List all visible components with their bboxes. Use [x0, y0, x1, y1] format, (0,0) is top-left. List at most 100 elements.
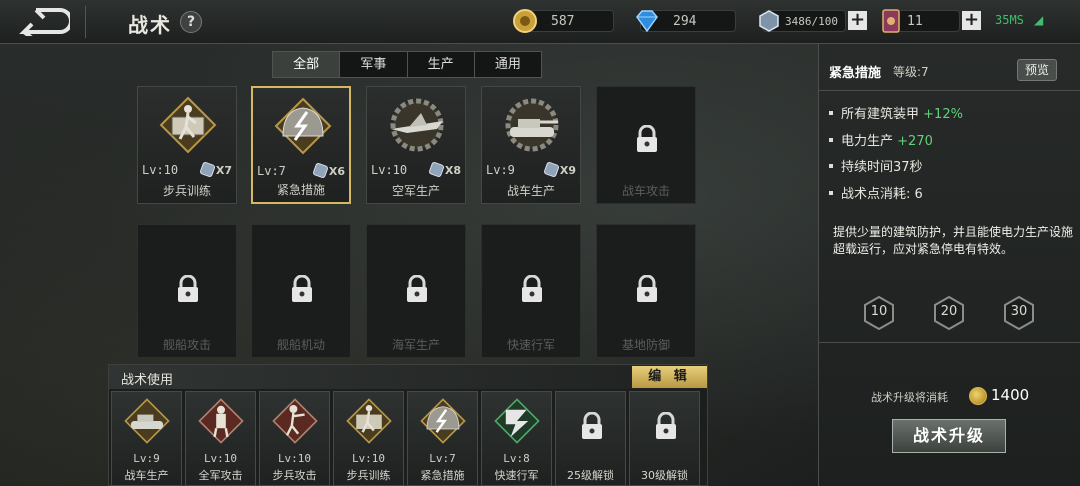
- back-button[interactable]: [14, 6, 86, 40]
- divider: [819, 90, 1080, 91]
- tactic-count-value: X7: [215, 164, 232, 177]
- usage-title: 战术使用: [121, 373, 174, 388]
- tactic-count: X6: [312, 162, 345, 179]
- tab-general[interactable]: 通用: [475, 52, 541, 77]
- slot-name: 25级解锁: [567, 469, 614, 482]
- gem-icon: [199, 161, 216, 178]
- tactic-card-navy-production[interactable]: 海军生产: [366, 224, 466, 358]
- usage-slot-locked[interactable]: 30级解锁: [629, 391, 700, 486]
- preview-button[interactable]: 预览: [1017, 59, 1057, 81]
- tactic-card-air-production[interactable]: Lv:10 X8 空军生产: [366, 86, 466, 204]
- slot-name: 步兵训练: [346, 469, 391, 482]
- tactic-card-ship-mobility[interactable]: 舰船机动: [251, 224, 351, 358]
- usage-slot[interactable]: Lv:10 步兵攻击: [259, 391, 330, 486]
- slot-level: Lv:7: [429, 452, 456, 465]
- tactic-level: Lv:10: [142, 163, 179, 177]
- tactic-card-infantry-training[interactable]: Lv:10 X7 步兵训练: [137, 86, 237, 204]
- upgrade-cost-label: 战术升级将消耗: [871, 391, 948, 404]
- tactic-count: X7: [199, 161, 232, 178]
- tactic-card-tank-attack[interactable]: 战车攻击: [596, 86, 696, 204]
- gem-icon: [543, 161, 560, 178]
- level-label: 10: [870, 304, 888, 319]
- tactic-name: 舰船攻击: [162, 338, 211, 352]
- infantry-attack-icon: [272, 398, 318, 444]
- gold-value: 587: [551, 14, 575, 29]
- rapid-march-icon: [494, 398, 540, 444]
- gold-coin-icon: [969, 387, 987, 405]
- tactic-level: Lv:9: [486, 163, 515, 177]
- tactic-name: 基地防御: [621, 338, 670, 352]
- tank-production-icon: [124, 398, 170, 444]
- slot-name: 步兵攻击: [272, 469, 317, 482]
- slot-name: 30级解锁: [641, 469, 688, 482]
- upgrade-cost-value: 1400: [991, 386, 1030, 404]
- tab-all[interactable]: 全部: [273, 52, 341, 77]
- stat-label: 持续时间: [841, 160, 894, 175]
- tactic-name: 舰船机动: [276, 338, 325, 352]
- slot-level: Lv:8: [503, 452, 530, 465]
- add-steel-button[interactable]: +: [848, 11, 867, 30]
- stat-value: +270: [897, 134, 933, 149]
- emergency-measures-icon: [274, 97, 332, 155]
- usage-slot[interactable]: Lv:10 全军攻击: [185, 391, 256, 486]
- level-20-button[interactable]: 20: [931, 295, 967, 331]
- add-card-button[interactable]: +: [962, 11, 981, 30]
- tactic-card-ship-attack[interactable]: 舰船攻击: [137, 224, 237, 358]
- tactic-name: 步兵训练: [162, 184, 211, 198]
- upgrade-button[interactable]: 战术升级: [892, 419, 1006, 453]
- all-army-attack-icon: [198, 398, 244, 444]
- slot-name: 紧急措施: [420, 469, 465, 482]
- stat-label: 战术点消耗:: [841, 187, 911, 202]
- tactic-card-tank-production[interactable]: Lv:9 X9 战车生产: [481, 86, 581, 204]
- slot-level: Lv:10: [277, 452, 312, 465]
- usage-slot[interactable]: Lv:10 步兵训练: [333, 391, 404, 486]
- wifi-icon: ◢: [1034, 13, 1044, 27]
- help-button[interactable]: ?: [180, 11, 202, 33]
- tactic-name: 战车生产: [506, 184, 555, 198]
- tactic-level: Lv:7: [257, 164, 286, 178]
- tactic-name: 海军生产: [391, 338, 440, 352]
- usage-slot[interactable]: Lv:7 紧急措施: [407, 391, 478, 486]
- stat-armor: 所有建筑装甲 +12%: [829, 103, 963, 122]
- tactic-card-emergency-measures[interactable]: Lv:7 X6 紧急措施: [251, 86, 351, 204]
- stat-value: 6: [914, 187, 923, 202]
- slot-name: 快速行军: [494, 469, 539, 482]
- stat-cost: 战术点消耗: 6: [829, 183, 923, 202]
- steel-resource: 3486/100: [759, 10, 846, 32]
- level-label: 30: [1010, 304, 1028, 319]
- tactic-level: Lv:10: [371, 163, 408, 177]
- diamond-value: 294: [673, 14, 697, 29]
- detail-name: 紧急措施: [829, 66, 882, 81]
- stat-label: 电力生产: [841, 134, 894, 149]
- lock-icon: [582, 412, 602, 439]
- slot-level: Lv:10: [203, 452, 238, 465]
- lock-icon: [637, 125, 657, 152]
- tactic-count-value: X9: [559, 164, 576, 177]
- tab-production[interactable]: 生产: [408, 52, 475, 77]
- lock-icon: [178, 275, 198, 302]
- divider: [819, 342, 1080, 343]
- lock-icon: [292, 275, 312, 302]
- stat-value: +12%: [923, 107, 963, 122]
- gem-icon: [428, 161, 445, 178]
- usage-slot-locked[interactable]: 25级解锁: [555, 391, 626, 486]
- infantry-training-icon: [159, 96, 217, 154]
- tactic-name: 快速行军: [506, 338, 555, 352]
- usage-slot[interactable]: Lv:9 战车生产: [111, 391, 182, 486]
- tactic-count-value: X6: [328, 165, 345, 178]
- level-30-button[interactable]: 30: [1001, 295, 1037, 331]
- tactic-card-base-defense[interactable]: 基地防御: [596, 224, 696, 358]
- gem-icon: [312, 162, 329, 179]
- lock-icon: [656, 412, 676, 439]
- tank-production-icon: [505, 98, 559, 152]
- usage-slot[interactable]: Lv:8 快速行军: [481, 391, 552, 486]
- tab-military[interactable]: 军事: [340, 52, 408, 77]
- card-icon: [882, 9, 900, 33]
- edit-button[interactable]: 编 辑: [632, 366, 707, 388]
- tactic-description: 提供少量的建筑防护，并且能使电力生产设施超载运行，应对紧急停电有特效。: [833, 225, 1074, 256]
- level-10-button[interactable]: 10: [861, 295, 897, 331]
- tactic-name: 战车攻击: [621, 184, 670, 198]
- tactic-usage-panel: 战术使用 编 辑 Lv:9 战车生产 Lv:10 全军攻击 Lv:10 步兵攻击…: [108, 364, 708, 486]
- tactic-detail-panel: 紧急措施 等级:7 预览 所有建筑装甲 +12% 电力生产 +270 持续时间3…: [818, 44, 1080, 486]
- tactic-card-rapid-march[interactable]: 快速行军: [481, 224, 581, 358]
